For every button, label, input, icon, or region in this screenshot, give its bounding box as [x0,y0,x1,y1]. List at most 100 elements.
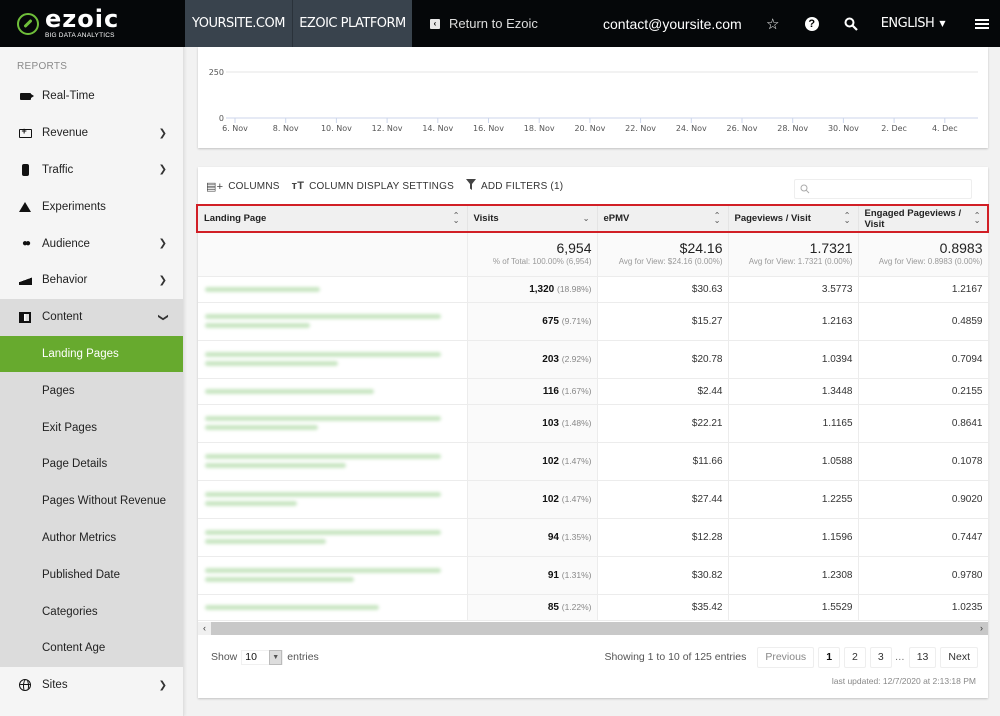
page-button-last[interactable]: 13 [908,646,937,668]
table-row[interactable]: 94 (1.35%) $12.28 1.1596 0.7447 [198,518,989,557]
blurred-url-link[interactable] [205,577,354,582]
totals-label-cell [198,232,468,277]
sidebar-item-real-time[interactable]: Real-Time [0,78,183,115]
sidebar-item-audience[interactable]: ●● Audience ❯ [0,225,183,262]
landing-page-cell[interactable] [198,556,468,595]
blurred-url-link[interactable] [205,425,318,430]
sidebar-item-revenue[interactable]: Revenue ❯ [0,115,183,152]
ezoic-logo[interactable]: ezoic BIG DATA ANALYTICS [0,0,185,47]
landing-page-cell[interactable] [198,378,468,405]
search-icon[interactable] [842,15,860,33]
tab-ezoic-platform[interactable]: EZOIC PLATFORM [293,0,412,47]
sidebar-item-behavior[interactable]: Behavior ❯ [0,262,183,299]
column-display-settings-button[interactable]: ᴛT COLUMN DISPLAY SETTINGS [292,180,454,192]
previous-page-button[interactable]: Previous [757,646,815,668]
column-header-epmv[interactable]: ePMV ⌃ ⌄ [597,205,729,232]
page-button-1[interactable]: 1 [818,646,841,668]
table-search-box[interactable] [794,179,972,199]
table-row[interactable]: 675 (9.71%) $15.27 1.2163 0.4859 [198,302,989,341]
sidebar-subitem-content-age[interactable]: Content Age [0,630,183,667]
table-row[interactable]: 102 (1.47%) $27.44 1.2255 0.9020 [198,480,989,519]
blurred-url-link[interactable] [205,361,339,366]
blurred-url-link[interactable] [205,530,441,535]
sidebar-item-label: Audience [42,237,90,250]
pageviews-per-visit-cell: 1.1596 [728,518,859,557]
table-search-input[interactable] [814,183,971,195]
star-icon[interactable]: ☆ [764,15,782,33]
pageviews-per-visit-cell: 1.2163 [728,302,859,341]
blurred-url-link[interactable] [205,352,441,357]
blurred-url-link[interactable] [205,314,441,319]
page-length-select[interactable]: 10 ▼ [241,649,284,665]
blurred-url-link[interactable] [205,539,326,544]
language-label: ENGLISH [880,16,935,31]
engaged-pageviews-per-visit-cell: 0.8641 [858,404,989,443]
sidebar-item-sites[interactable]: Sites ❯ [0,667,183,704]
epmv-cell: $30.82 [597,556,729,595]
landing-page-cell[interactable] [198,518,468,557]
blurred-url-link[interactable] [205,463,347,468]
table-row[interactable]: 85 (1.22%) $35.42 1.5529 1.0235 [198,594,989,621]
blurred-url-link[interactable] [205,568,441,573]
account-email[interactable]: contact@yoursite.com [603,16,742,32]
landing-page-cell[interactable] [198,302,468,341]
blurred-url-link[interactable] [205,323,311,328]
column-header-visits[interactable]: Visits ⌄ [467,205,598,232]
x-tick-label: 24. Nov [676,124,707,133]
columns-button[interactable]: ▤+ COLUMNS [206,180,280,193]
sidebar-subitem-page-details[interactable]: Page Details [0,446,183,483]
add-filters-button[interactable]: ADD FILTERS (1) [465,179,563,193]
table-row[interactable]: 102 (1.47%) $11.66 1.0588 0.1078 [198,442,989,481]
landing-page-cell[interactable] [198,276,468,303]
sidebar-item-traffic[interactable]: Traffic ❯ [0,152,183,189]
epmv-cell: $27.44 [597,480,729,519]
column-header-pageviews-per-visit[interactable]: Pageviews / Visit ⌃ ⌄ [728,205,859,232]
tab-yoursite[interactable]: YOURSITE.COM [185,0,293,47]
column-header-engaged-pageviews-per-visit[interactable]: Engaged Pageviews / Visit ⌃ ⌄ [858,205,989,232]
table-row[interactable]: 203 (2.92%) $20.78 1.0394 0.7094 [198,340,989,379]
scroll-left-icon[interactable]: ‹ [198,622,211,635]
sidebar-subitem-categories[interactable]: Categories [0,593,183,630]
blurred-url-link[interactable] [205,388,375,394]
page-button-2[interactable]: 2 [844,646,866,668]
blurred-url-link[interactable] [205,416,441,421]
video-camera-icon [17,92,34,100]
table-row[interactable]: 103 (1.48%) $22.21 1.1165 0.8641 [198,404,989,443]
table-row[interactable]: 91 (1.31%) $30.82 1.2308 0.9780 [198,556,989,595]
column-header-landing-page[interactable]: Landing Page ⌃ ⌄ [198,205,468,232]
sidebar-subitem-landing-pages[interactable]: Landing Pages [0,335,183,373]
blurred-url-link[interactable] [205,454,441,459]
sidebar-item-content[interactable]: Content ❯ [0,298,183,336]
blurred-url-link[interactable] [205,604,380,610]
table-row[interactable]: 116 (1.67%) $2.44 1.3448 0.2155 [198,378,989,405]
landing-page-cell[interactable] [198,404,468,443]
landing-page-cell[interactable] [198,594,468,621]
landing-page-cell[interactable] [198,442,468,481]
x-tick-label: 6. Nov [222,124,248,133]
table-row[interactable]: 1,320 (18.98%) $30.63 3.5773 1.2167 [198,276,989,303]
engaged-pageviews-per-visit-cell: 1.0235 [858,594,989,621]
blurred-url-link[interactable] [205,492,441,497]
blurred-url-link[interactable] [205,286,321,292]
language-selector[interactable]: ENGLISH ▼ [880,16,946,31]
return-to-ezoic-link[interactable]: ‹ Return to Ezoic [430,16,538,31]
landing-page-cell[interactable] [198,480,468,519]
sidebar-subitem-pages[interactable]: Pages [0,372,183,409]
sidebar-item-experiments[interactable]: Experiments [0,188,183,225]
sidebar-subitem-pages-without-revenue[interactable]: Pages Without Revenue [0,483,183,520]
page-button-3[interactable]: 3 [869,646,892,668]
horizontal-scrollbar[interactable]: ‹ › [198,622,988,635]
entries-label: entries [287,651,319,663]
next-page-button[interactable]: Next [940,646,978,668]
epmv-cell: $30.63 [597,276,729,303]
sidebar-subitem-author-metrics[interactable]: Author Metrics [0,520,183,557]
landing-page-cell[interactable] [198,340,468,379]
landing-pages-table-card: ▤+ COLUMNS ᴛT COLUMN DISPLAY SETTINGS AD… [196,167,989,698]
help-icon[interactable]: ? [803,15,821,33]
blurred-url-link[interactable] [205,501,298,506]
scroll-right-icon[interactable]: › [975,622,988,635]
landing-pages-table: Landing Page ⌃ ⌄ Visits ⌄ ePMV ⌃ ⌄ Pageviews … [198,205,989,621]
sidebar-subitem-exit-pages[interactable]: Exit Pages [0,409,183,446]
menu-list-icon[interactable] [975,17,989,31]
sidebar-subitem-published-date[interactable]: Published Date [0,556,183,593]
